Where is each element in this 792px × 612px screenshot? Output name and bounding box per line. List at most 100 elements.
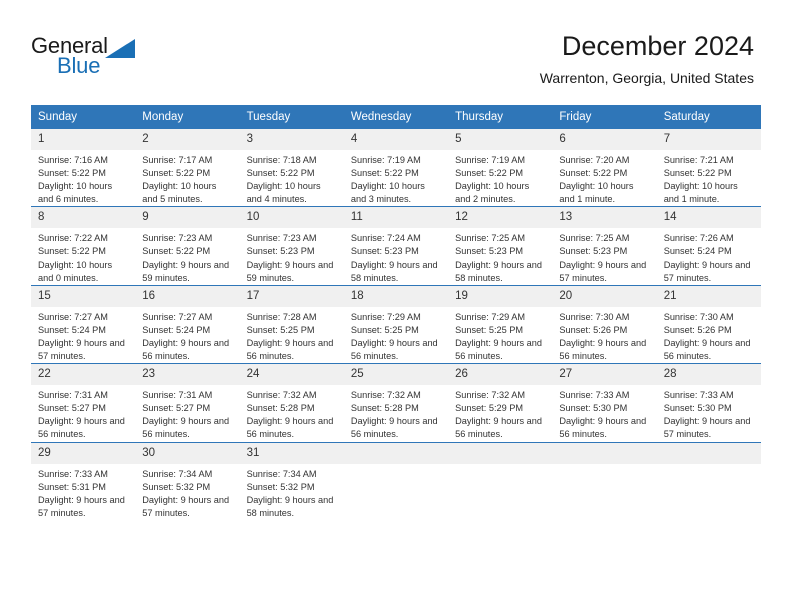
day-cell[interactable]: 24 Sunrise: 7:32 AM Sunset: 5:28 PM Dayl…: [239, 363, 344, 442]
day-details: Sunrise: 7:28 AM Sunset: 5:25 PM Dayligh…: [240, 307, 344, 363]
day-cell-empty: [552, 441, 657, 520]
sunrise-text: Sunrise: 7:32 AM: [350, 390, 421, 401]
sunset-text: Sunset: 5:26 PM: [663, 324, 732, 335]
day-cell[interactable]: 26 Sunrise: 7:32 AM Sunset: 5:29 PM Dayl…: [448, 363, 553, 442]
day-cell[interactable]: 30 Sunrise: 7:34 AM Sunset: 5:32 PM Dayl…: [135, 441, 240, 520]
day-cell[interactable]: 8 Sunrise: 7:22 AM Sunset: 5:22 PM Dayli…: [31, 206, 136, 286]
daylight-text: Daylight: 10 hours and 3 minutes.: [350, 181, 425, 205]
sunset-text: Sunset: 5:32 PM: [246, 481, 315, 492]
day-number: 2: [135, 129, 240, 150]
day-cell[interactable]: 3 Sunrise: 7:18 AM Sunset: 5:22 PM Dayli…: [239, 129, 344, 207]
day-cell[interactable]: 19 Sunrise: 7:29 AM Sunset: 5:25 PM Dayl…: [448, 284, 553, 364]
day-details: Sunrise: 7:16 AM Sunset: 5:22 PM Dayligh…: [31, 150, 135, 206]
sunrise-text: Sunrise: 7:22 AM: [38, 233, 108, 244]
calendar-week-row: 29 Sunrise: 7:33 AM Sunset: 5:31 PM Dayl…: [31, 441, 761, 520]
day-details: Sunrise: 7:25 AM Sunset: 5:23 PM Dayligh…: [448, 228, 552, 284]
day-cell[interactable]: 12 Sunrise: 7:25 AM Sunset: 5:23 PM Dayl…: [448, 206, 553, 286]
day-cell[interactable]: 23 Sunrise: 7:31 AM Sunset: 5:27 PM Dayl…: [135, 363, 240, 442]
day-details: Sunrise: 7:34 AM Sunset: 5:32 PM Dayligh…: [135, 464, 239, 520]
day-cell[interactable]: 14 Sunrise: 7:26 AM Sunset: 5:24 PM Dayl…: [656, 206, 761, 286]
day-number: [448, 442, 553, 464]
day-cell[interactable]: 25 Sunrise: 7:32 AM Sunset: 5:28 PM Dayl…: [343, 363, 449, 442]
day-cell[interactable]: 20 Sunrise: 7:30 AM Sunset: 5:26 PM Dayl…: [552, 284, 657, 364]
day-cell[interactable]: 16 Sunrise: 7:27 AM Sunset: 5:24 PM Dayl…: [135, 284, 240, 364]
calendar-week-row: 1 Sunrise: 7:16 AM Sunset: 5:22 PM Dayli…: [31, 129, 761, 207]
day-details: Sunrise: 7:30 AM Sunset: 5:26 PM Dayligh…: [552, 307, 656, 363]
weekday-header-monday: Monday: [135, 105, 240, 129]
day-cell[interactable]: 28 Sunrise: 7:33 AM Sunset: 5:30 PM Dayl…: [656, 363, 761, 442]
day-number: 14: [656, 207, 761, 229]
day-number: 5: [448, 129, 553, 150]
day-cell[interactable]: 5 Sunrise: 7:19 AM Sunset: 5:22 PM Dayli…: [448, 129, 553, 207]
day-cell[interactable]: 4 Sunrise: 7:19 AM Sunset: 5:22 PM Dayli…: [343, 129, 449, 207]
day-number: [343, 442, 449, 464]
day-details: Sunrise: 7:32 AM Sunset: 5:29 PM Dayligh…: [448, 385, 552, 441]
day-details: Sunrise: 7:31 AM Sunset: 5:27 PM Dayligh…: [31, 385, 135, 441]
sunset-text: Sunset: 5:27 PM: [38, 403, 106, 414]
day-cell[interactable]: 9 Sunrise: 7:23 AM Sunset: 5:22 PM Dayli…: [135, 206, 240, 286]
day-cell[interactable]: 10 Sunrise: 7:23 AM Sunset: 5:23 PM Dayl…: [239, 206, 344, 286]
day-cell-empty: [656, 441, 761, 520]
daylight-text: Daylight: 9 hours and 56 minutes.: [38, 416, 125, 440]
page-subtitle: Warrenton, Georgia, United States: [539, 70, 754, 86]
day-cell[interactable]: 1 Sunrise: 7:16 AM Sunset: 5:22 PM Dayli…: [31, 129, 136, 207]
sunrise-text: Sunrise: 7:21 AM: [663, 155, 734, 165]
daylight-text: Daylight: 9 hours and 56 minutes.: [142, 416, 230, 440]
sunrise-text: Sunrise: 7:27 AM: [38, 311, 108, 322]
sunrise-text: Sunrise: 7:33 AM: [559, 390, 630, 401]
sunset-text: Sunset: 5:24 PM: [38, 324, 106, 335]
day-cell[interactable]: 17 Sunrise: 7:28 AM Sunset: 5:25 PM Dayl…: [239, 284, 344, 364]
sunrise-text: Sunrise: 7:34 AM: [142, 468, 213, 479]
day-number: 17: [239, 285, 344, 307]
day-number: 10: [239, 207, 344, 229]
general-blue-logo[interactable]: General Blue: [31, 34, 151, 82]
day-number: 24: [239, 364, 344, 386]
sunset-text: Sunset: 5:22 PM: [350, 168, 419, 179]
sunrise-text: Sunrise: 7:32 AM: [455, 390, 526, 401]
day-cell[interactable]: 7 Sunrise: 7:21 AM Sunset: 5:22 PM Dayli…: [656, 129, 761, 207]
day-number: 11: [343, 207, 449, 229]
sunset-text: Sunset: 5:28 PM: [350, 403, 419, 414]
sunrise-text: Sunrise: 7:28 AM: [246, 311, 317, 322]
sunrise-text: Sunrise: 7:16 AM: [38, 155, 108, 165]
weekday-header-tuesday: Tuesday: [239, 105, 344, 129]
day-number: [552, 442, 657, 464]
calendar-body: 1 Sunrise: 7:16 AM Sunset: 5:22 PM Dayli…: [31, 129, 761, 520]
day-cell[interactable]: 18 Sunrise: 7:29 AM Sunset: 5:25 PM Dayl…: [343, 284, 449, 364]
daylight-text: Daylight: 9 hours and 57 minutes.: [38, 494, 125, 518]
day-details: Sunrise: 7:29 AM Sunset: 5:25 PM Dayligh…: [448, 307, 552, 363]
day-cell[interactable]: 22 Sunrise: 7:31 AM Sunset: 5:27 PM Dayl…: [31, 363, 136, 442]
sunset-text: Sunset: 5:22 PM: [142, 168, 211, 179]
day-cell[interactable]: 21 Sunrise: 7:30 AM Sunset: 5:26 PM Dayl…: [656, 284, 761, 364]
day-cell[interactable]: 29 Sunrise: 7:33 AM Sunset: 5:31 PM Dayl…: [31, 441, 136, 520]
day-cell[interactable]: 13 Sunrise: 7:25 AM Sunset: 5:23 PM Dayl…: [552, 206, 657, 286]
sunset-text: Sunset: 5:23 PM: [246, 246, 315, 257]
sunset-text: Sunset: 5:30 PM: [559, 403, 628, 414]
day-details: Sunrise: 7:21 AM Sunset: 5:22 PM Dayligh…: [657, 150, 761, 206]
day-number: 4: [343, 129, 449, 150]
day-number: 28: [656, 364, 761, 386]
day-cell[interactable]: 11 Sunrise: 7:24 AM Sunset: 5:23 PM Dayl…: [343, 206, 449, 286]
day-details: Sunrise: 7:23 AM Sunset: 5:23 PM Dayligh…: [240, 228, 344, 284]
sunset-text: Sunset: 5:25 PM: [350, 324, 419, 335]
day-cell[interactable]: 2 Sunrise: 7:17 AM Sunset: 5:22 PM Dayli…: [135, 129, 240, 207]
sunrise-text: Sunrise: 7:23 AM: [142, 233, 213, 244]
day-cell[interactable]: 27 Sunrise: 7:33 AM Sunset: 5:30 PM Dayl…: [552, 363, 657, 442]
daylight-text: Daylight: 9 hours and 56 minutes.: [663, 337, 751, 362]
sunrise-text: Sunrise: 7:27 AM: [142, 311, 213, 322]
sunrise-text: Sunrise: 7:24 AM: [350, 233, 421, 244]
day-number: 16: [135, 285, 240, 307]
sunset-text: Sunset: 5:22 PM: [38, 168, 106, 179]
sunset-text: Sunset: 5:29 PM: [455, 403, 524, 414]
sunrise-text: Sunrise: 7:31 AM: [38, 390, 108, 401]
sunrise-text: Sunrise: 7:19 AM: [350, 155, 421, 165]
day-details: Sunrise: 7:32 AM Sunset: 5:28 PM Dayligh…: [240, 385, 344, 441]
sunset-text: Sunset: 5:22 PM: [559, 168, 628, 179]
day-cell[interactable]: 15 Sunrise: 7:27 AM Sunset: 5:24 PM Dayl…: [31, 284, 136, 364]
day-cell[interactable]: 31 Sunrise: 7:34 AM Sunset: 5:32 PM Dayl…: [239, 441, 344, 520]
daylight-text: Daylight: 10 hours and 1 minute.: [559, 181, 634, 205]
day-cell[interactable]: 6 Sunrise: 7:20 AM Sunset: 5:22 PM Dayli…: [552, 129, 657, 207]
sunrise-text: Sunrise: 7:25 AM: [559, 233, 630, 244]
day-details: Sunrise: 7:33 AM Sunset: 5:30 PM Dayligh…: [657, 385, 761, 441]
day-details: Sunrise: 7:24 AM Sunset: 5:23 PM Dayligh…: [344, 228, 448, 284]
